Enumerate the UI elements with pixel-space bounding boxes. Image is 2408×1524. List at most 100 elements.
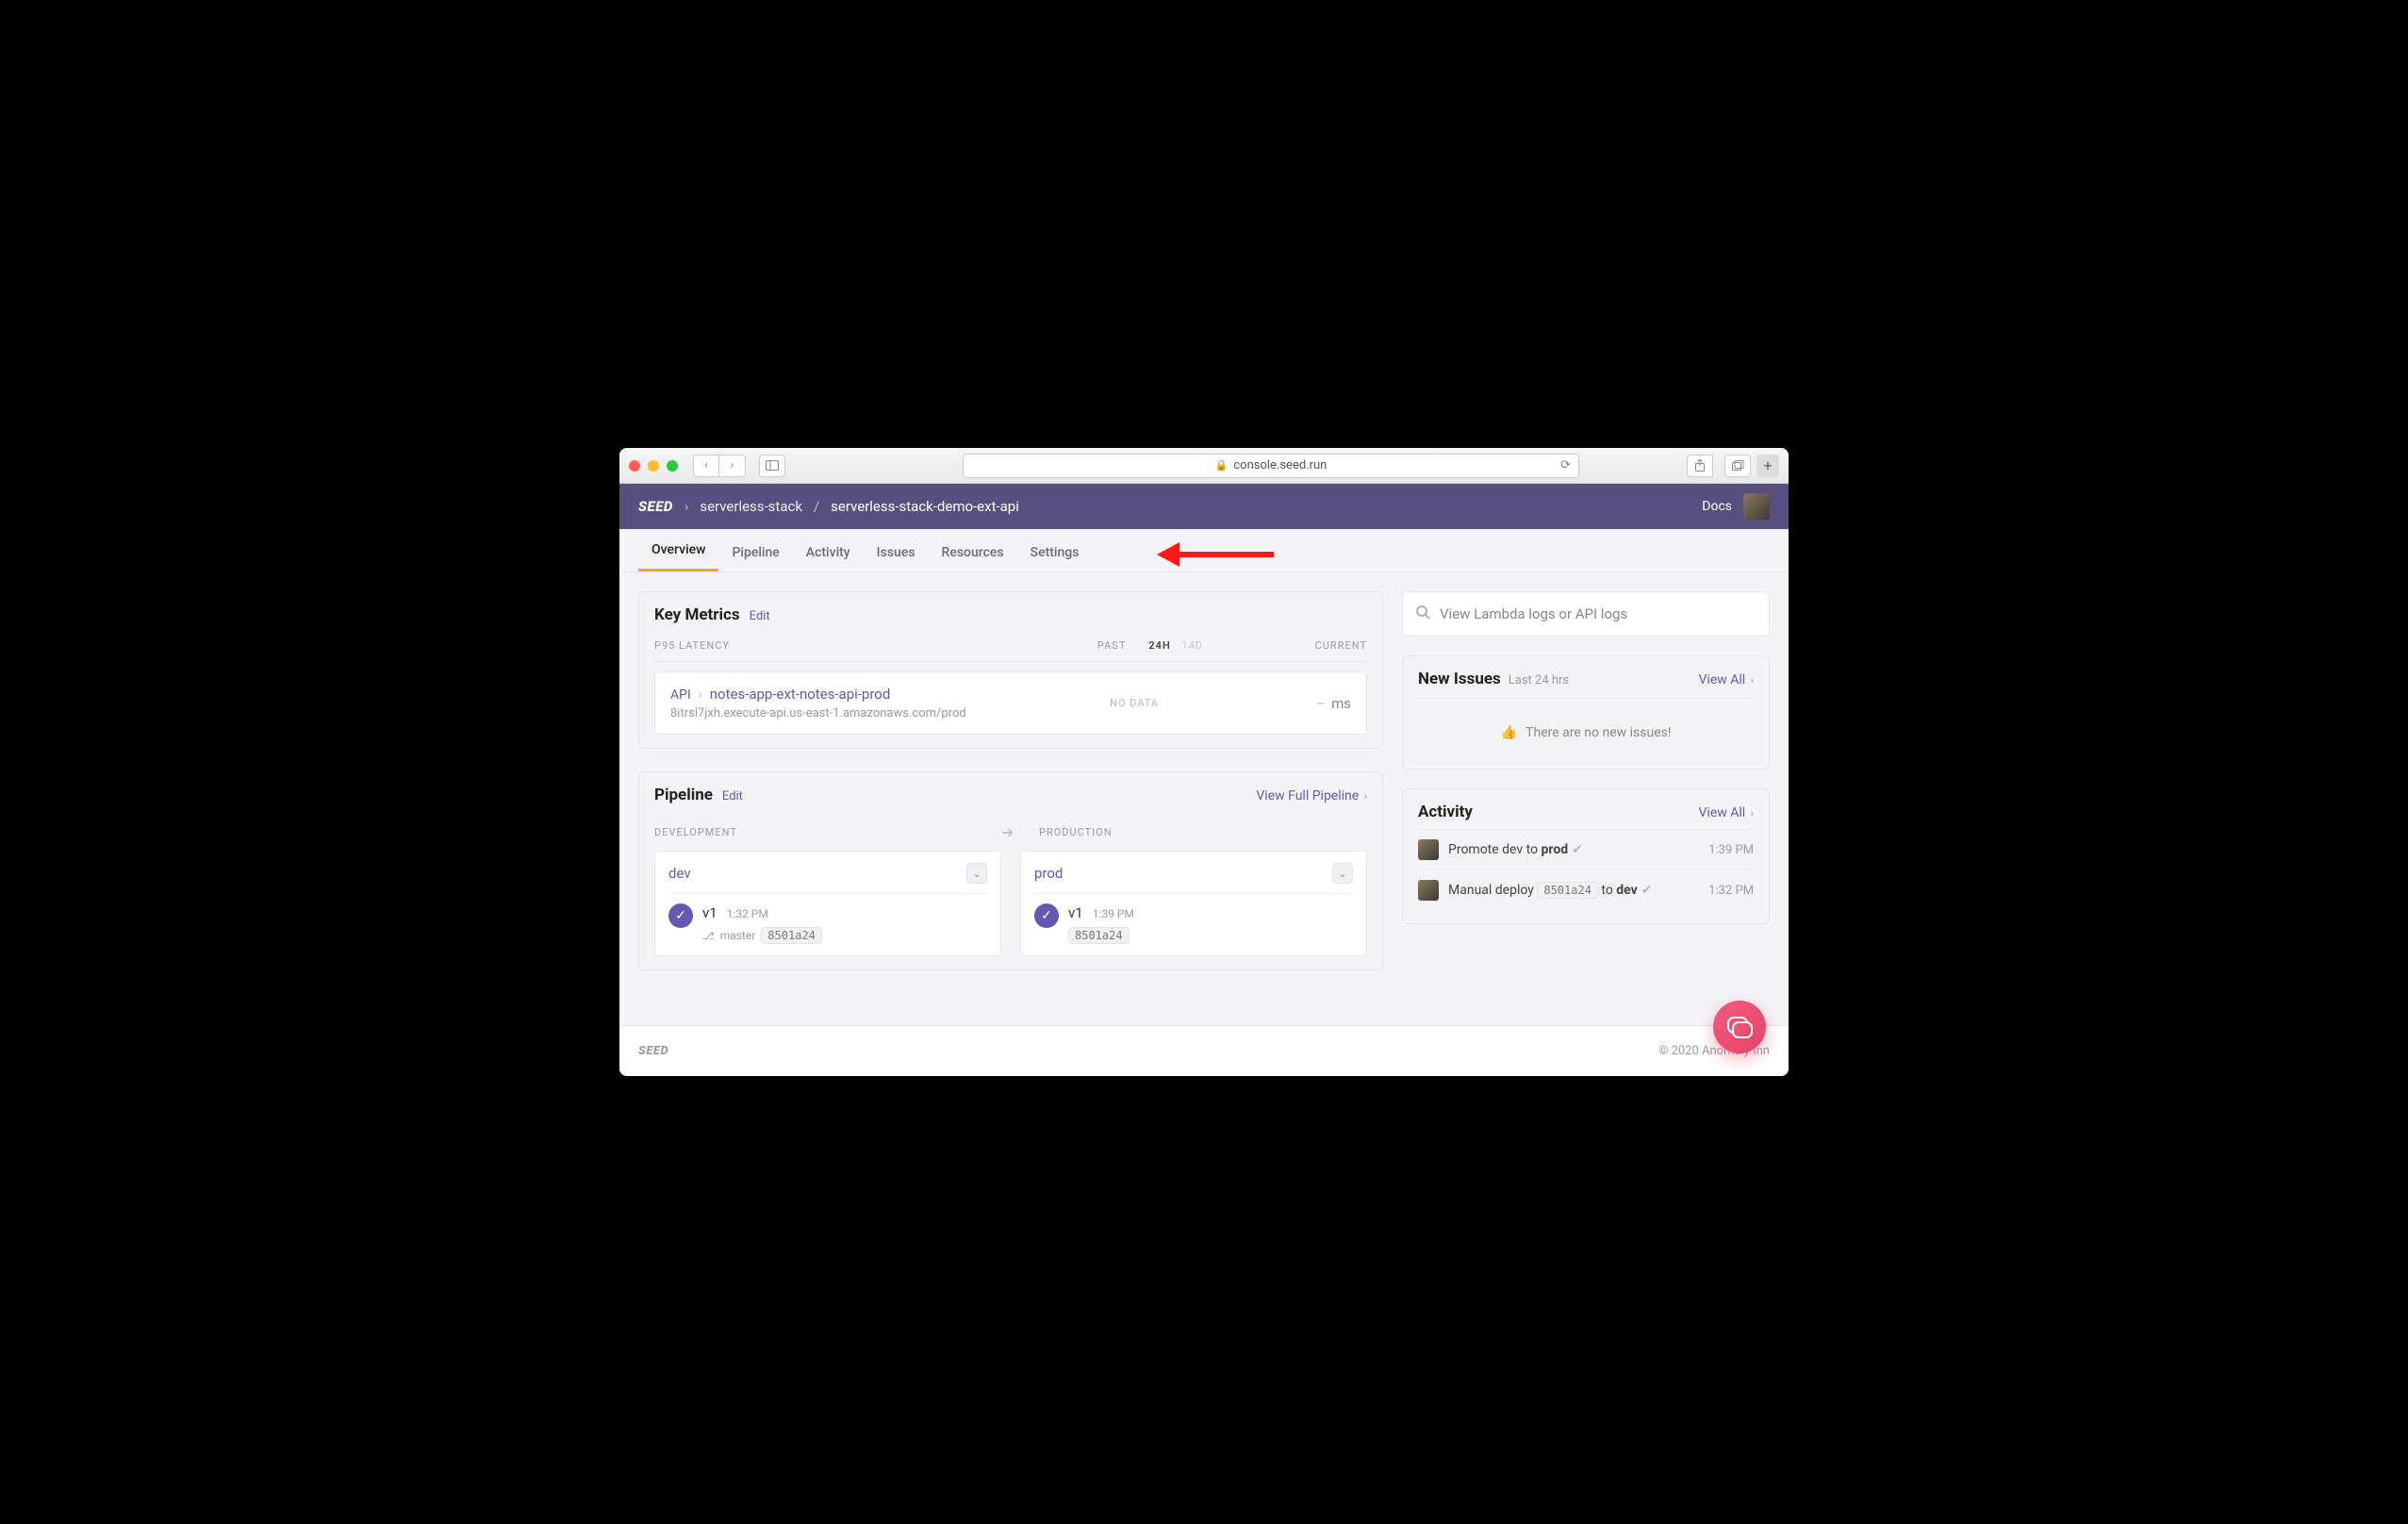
docs-link[interactable]: Docs — [1702, 499, 1732, 514]
activity-view-all-link[interactable]: View All › — [1699, 805, 1754, 820]
tab-issues[interactable]: Issues — [864, 534, 929, 572]
footer-logo[interactable]: SEED — [638, 1044, 668, 1058]
check-icon: ✔ — [1572, 842, 1583, 857]
pipeline-panel: Pipeline Edit View Full Pipeline › DEVEL… — [638, 771, 1383, 970]
logs-search-input[interactable]: View Lambda logs or API logs — [1402, 591, 1770, 637]
metric-api-label: API — [670, 687, 691, 703]
stage-version: v1 — [702, 904, 717, 921]
stage-name: dev — [668, 865, 966, 882]
traffic-lights — [629, 460, 678, 472]
check-icon: ✓ — [668, 903, 693, 928]
metric-row[interactable]: API › notes-app-ext-notes-api-prod 8itrs… — [654, 671, 1367, 735]
issues-view-all-link[interactable]: View All › — [1699, 672, 1754, 687]
close-window-button[interactable] — [629, 460, 640, 472]
activity-row[interactable]: Manual deploy 8501a24 to dev✔ 1:32 PM — [1418, 870, 1754, 910]
activity-text: Manual deploy 8501a24 to dev✔ — [1448, 883, 1699, 898]
stage-card-dev[interactable]: dev ⌄ ✓ v1 1:32 PM ⎇ — [654, 851, 1001, 956]
label-14d[interactable]: 14D — [1181, 639, 1203, 652]
content: Key Metrics Edit P95 LATENCY PAST 24H 14… — [619, 572, 1789, 1025]
issues-subtitle: Last 24 hrs — [1509, 673, 1569, 687]
breadcrumb-org[interactable]: serverless-stack — [700, 498, 802, 515]
breadcrumb-separator: / — [814, 498, 819, 515]
arrow-right-icon: ➔ — [1001, 823, 1020, 841]
tab-pipeline[interactable]: Pipeline — [718, 534, 792, 572]
activity-text: Promote dev to prod✔ — [1448, 842, 1699, 857]
view-full-pipeline-link[interactable]: View Full Pipeline › — [1256, 788, 1367, 803]
tab-activity[interactable]: Activity — [793, 534, 864, 572]
metric-current-value: –ms — [1238, 695, 1351, 712]
nav-buttons: ‹ › — [693, 455, 746, 477]
breadcrumb-separator: › — [684, 498, 689, 515]
chevron-right-icon: › — [1751, 807, 1754, 820]
footer: SEED © 2020 Anomaly Inn — [619, 1025, 1789, 1076]
share-button[interactable] — [1687, 455, 1713, 477]
commit-sha: 8501a24 — [1537, 882, 1598, 899]
tab-settings[interactable]: Settings — [1017, 534, 1093, 572]
label-24h[interactable]: 24H — [1148, 639, 1170, 652]
browser-titlebar: ‹ › 🔒 console.seed.run ⟳ + — [619, 448, 1789, 484]
logo[interactable]: SEED — [638, 498, 673, 515]
search-icon — [1416, 605, 1430, 623]
annotation-arrow — [1157, 542, 1274, 567]
check-icon: ✓ — [1034, 903, 1059, 928]
titlebar-right: + — [1681, 455, 1779, 477]
maximize-window-button[interactable] — [667, 460, 678, 472]
user-avatar[interactable] — [1743, 493, 1770, 520]
issues-empty-state: 👍 There are no new issues! — [1418, 698, 1754, 755]
stage-version: v1 — [1068, 904, 1083, 921]
branch-name: master — [720, 929, 756, 942]
url-bar[interactable]: 🔒 console.seed.run ⟳ — [963, 454, 1579, 478]
user-avatar — [1418, 880, 1439, 901]
forward-button[interactable]: › — [719, 455, 746, 477]
chevron-right-icon: › — [699, 686, 703, 703]
chat-icon — [1727, 1017, 1752, 1037]
metric-name: notes-app-ext-notes-api-prod — [710, 686, 891, 703]
chevron-right-icon: › — [1751, 674, 1754, 687]
nav-tabs: Overview Pipeline Activity Issues Resour… — [619, 529, 1789, 572]
stage-menu-button[interactable]: ⌄ — [966, 863, 987, 884]
label-latency: P95 LATENCY — [654, 639, 1047, 652]
activity-title: Activity — [1418, 803, 1473, 821]
reload-button[interactable]: ⟳ — [1560, 458, 1571, 472]
app-header: SEED › serverless-stack / serverless-sta… — [619, 484, 1789, 529]
stage-card-prod[interactable]: prod ⌄ ✓ v1 1:39 PM 8501a2 — [1020, 851, 1367, 956]
metrics-edit-link[interactable]: Edit — [750, 609, 770, 623]
label-past: PAST — [1097, 639, 1126, 652]
tab-resources[interactable]: Resources — [929, 534, 1017, 572]
lock-icon: 🔒 — [1215, 459, 1229, 472]
minimize-window-button[interactable] — [648, 460, 659, 472]
tab-overview[interactable]: Overview — [638, 531, 718, 572]
new-issues-panel: New Issues Last 24 hrs View All › 👍 Ther… — [1402, 655, 1770, 770]
metrics-header-row: P95 LATENCY PAST 24H 14D CURRENT — [654, 634, 1367, 662]
breadcrumb-project[interactable]: serverless-stack-demo-ext-api — [831, 498, 1019, 515]
new-tab-button[interactable]: + — [1757, 455, 1779, 477]
commit-sha: 8501a24 — [1068, 927, 1130, 944]
thumbs-up-icon: 👍 — [1501, 725, 1517, 740]
metrics-title: Key Metrics — [654, 605, 740, 624]
url-text: console.seed.run — [1233, 458, 1327, 472]
activity-panel: Activity View All › Promote dev to prod✔… — [1402, 788, 1770, 924]
browser-window: ‹ › 🔒 console.seed.run ⟳ + SEED › server… — [619, 448, 1789, 1076]
check-icon: ✔ — [1641, 883, 1653, 898]
issues-title: New Issues — [1418, 670, 1501, 688]
activity-time: 1:32 PM — [1708, 884, 1754, 898]
back-button[interactable]: ‹ — [693, 455, 719, 477]
main-column: Key Metrics Edit P95 LATENCY PAST 24H 14… — [638, 591, 1383, 1006]
commit-sha: 8501a24 — [761, 927, 822, 944]
metric-endpoint: 8itrsl7jxh.execute-api.us-east-1.amazona… — [670, 706, 1031, 721]
share-icon — [1694, 459, 1706, 472]
tabs-icon — [1732, 460, 1744, 471]
search-placeholder: View Lambda logs or API logs — [1440, 605, 1627, 622]
label-development: DEVELOPMENT — [654, 826, 982, 838]
stage-time: 1:39 PM — [1093, 907, 1134, 920]
tabs-button[interactable] — [1724, 455, 1751, 477]
activity-row[interactable]: Promote dev to prod✔ 1:39 PM — [1418, 829, 1754, 870]
sidebar-toggle-button[interactable] — [759, 455, 785, 477]
user-avatar — [1418, 839, 1439, 860]
stage-name: prod — [1034, 865, 1332, 882]
stage-menu-button[interactable]: ⌄ — [1332, 863, 1353, 884]
key-metrics-panel: Key Metrics Edit P95 LATENCY PAST 24H 14… — [638, 591, 1383, 749]
chat-widget-button[interactable] — [1713, 1001, 1766, 1053]
stage-time: 1:32 PM — [727, 907, 768, 920]
pipeline-edit-link[interactable]: Edit — [722, 789, 743, 803]
